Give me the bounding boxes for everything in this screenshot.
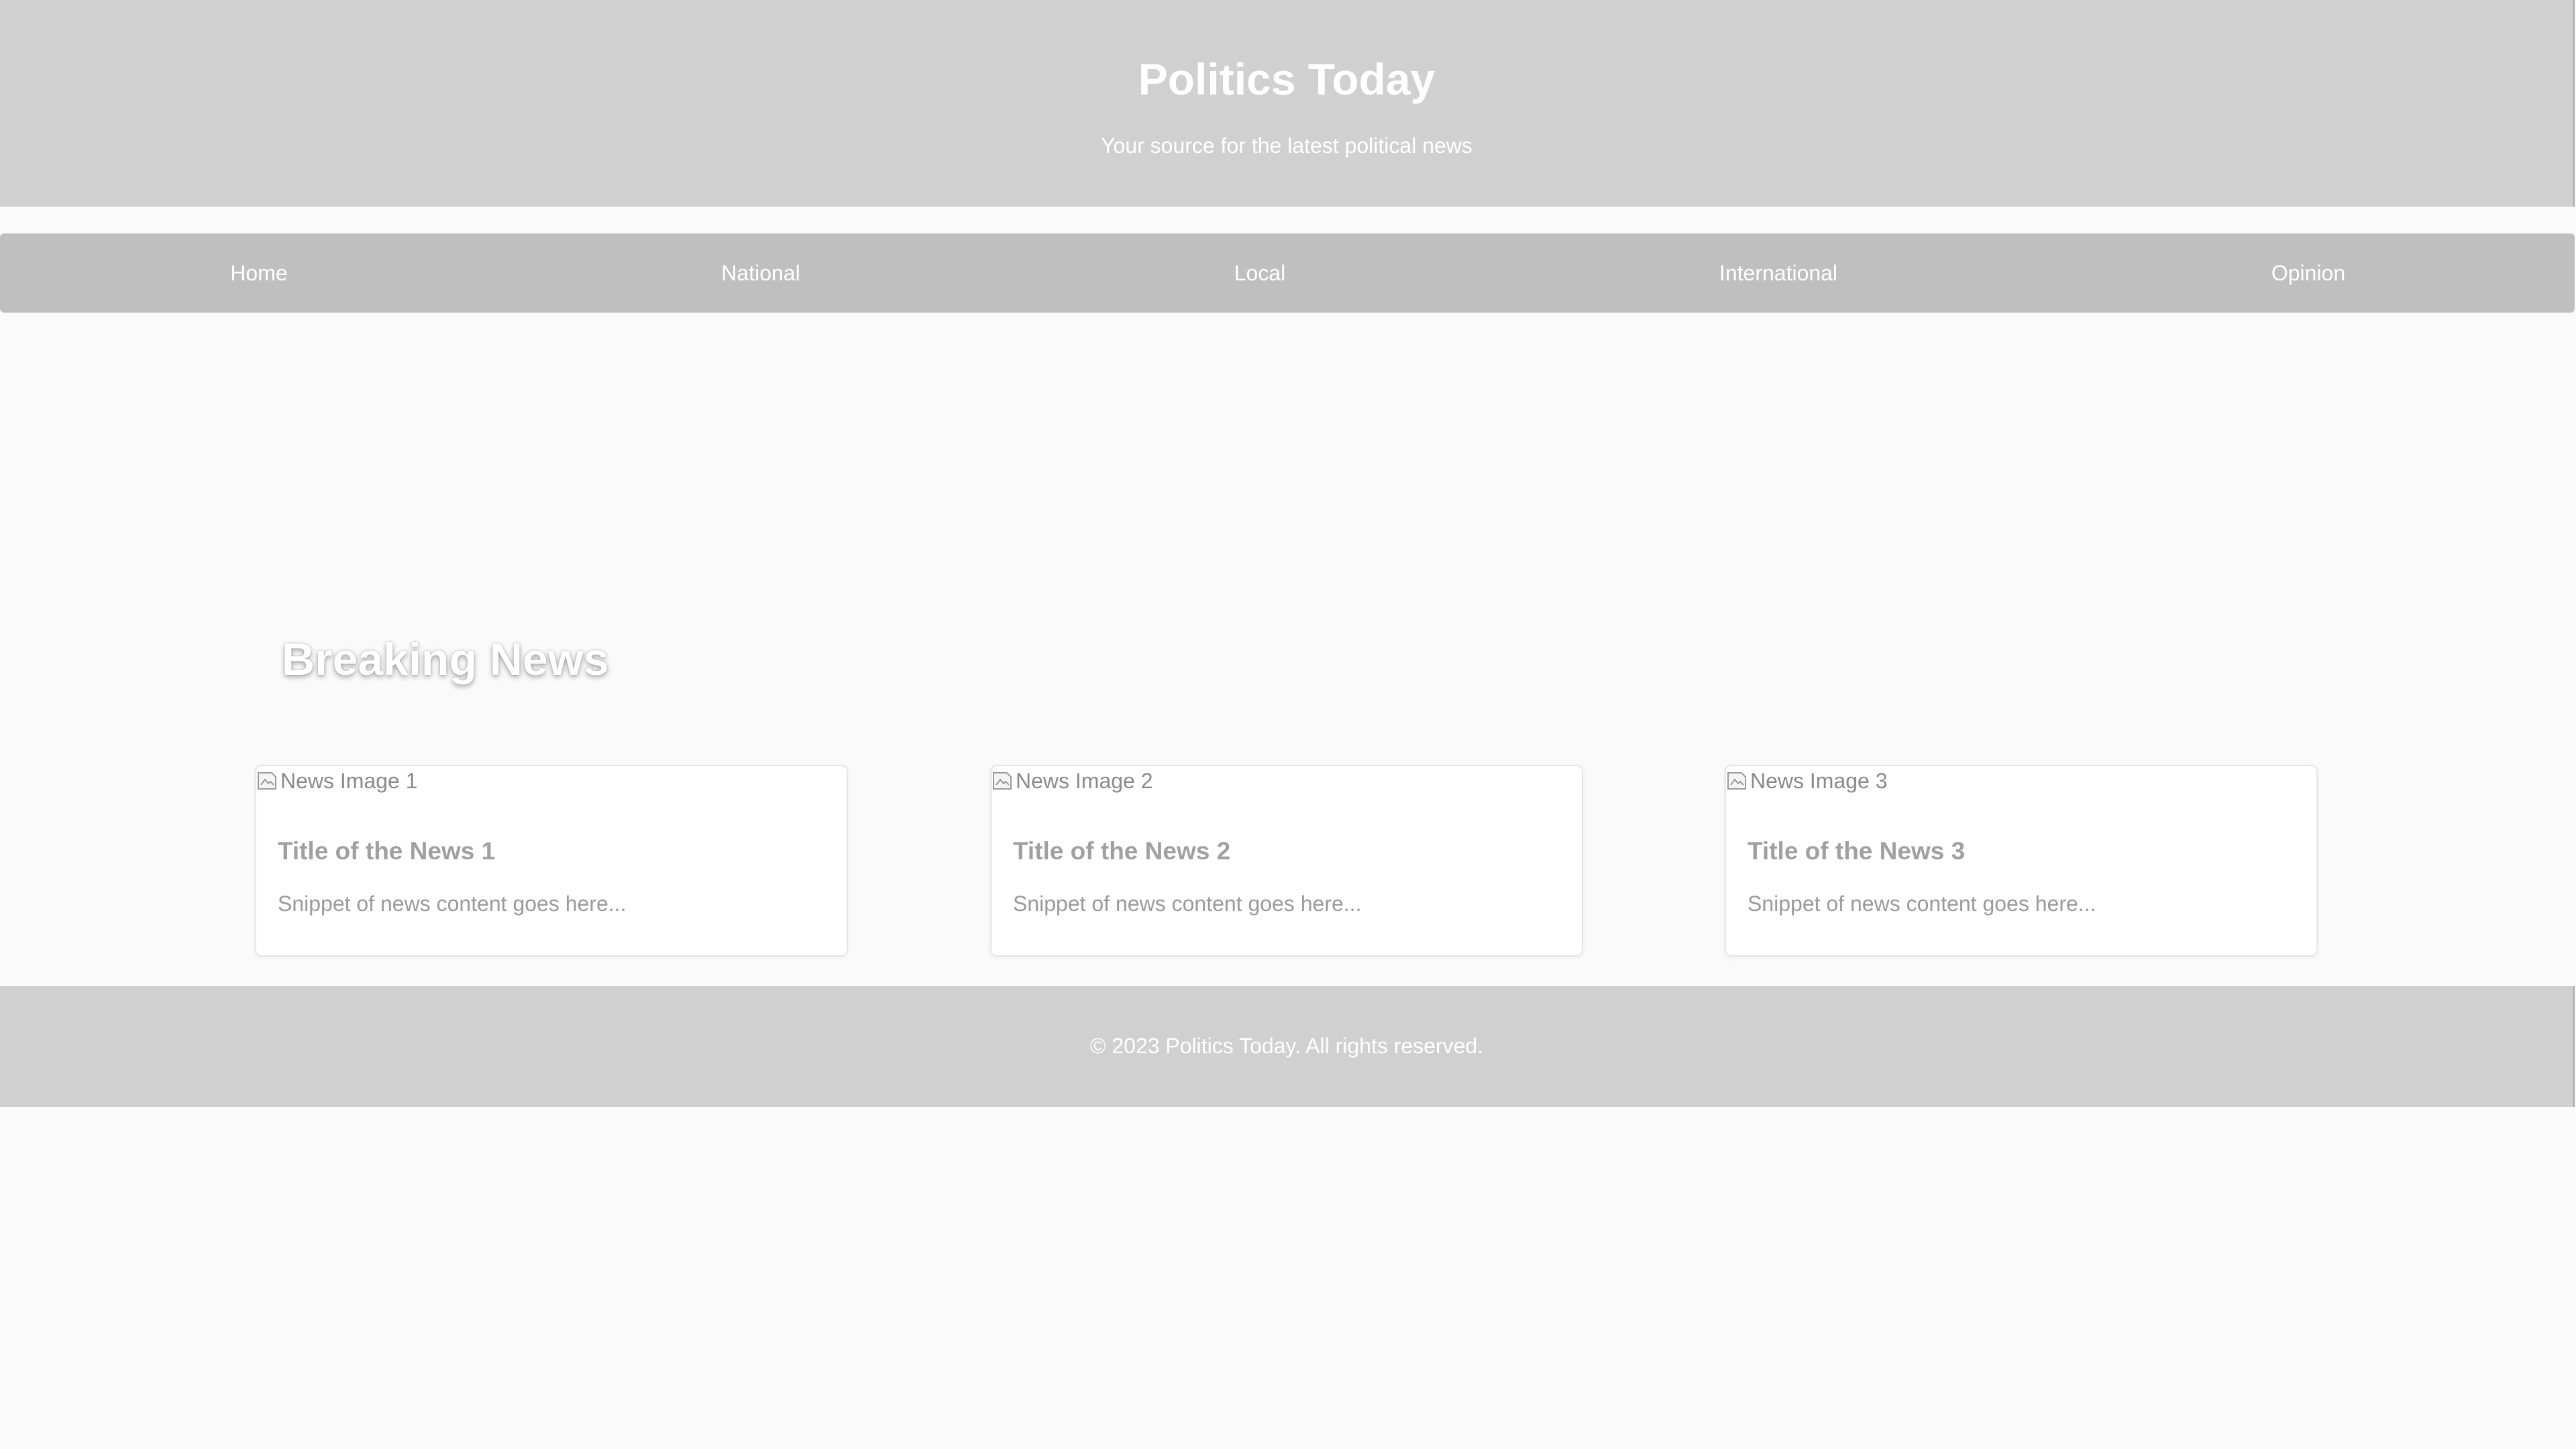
news-snippet: Snippet of news content goes here... xyxy=(1013,892,1362,916)
news-snippet: Snippet of news content goes here... xyxy=(1748,892,2096,916)
main-nav: Home National Local International Opinio… xyxy=(0,233,2575,313)
news-image: News Image 2 xyxy=(991,766,1153,796)
breaking-news-heading: Breaking News xyxy=(282,634,609,685)
nav-link-national[interactable]: National xyxy=(721,233,800,313)
footer-copyright: © 2023 Politics Today. All rights reserv… xyxy=(1089,1034,1484,1058)
news-title[interactable]: Title of the News 2 xyxy=(1013,836,1230,867)
news-card[interactable]: News Image 3 Title of the News 3 Snippet… xyxy=(1725,765,2318,957)
news-image-alt: News Image 2 xyxy=(1016,768,1153,793)
site-tagline: Your source for the latest political new… xyxy=(1101,133,1472,158)
nav-link-international[interactable]: International xyxy=(1719,233,1837,313)
site-footer: © 2023 Politics Today. All rights reserv… xyxy=(0,986,2575,1107)
news-snippet: Snippet of news content goes here... xyxy=(278,892,627,916)
news-card[interactable]: News Image 2 Title of the News 2 Snippet… xyxy=(990,765,1583,957)
news-image: News Image 3 xyxy=(1726,766,1888,796)
news-image: News Image 1 xyxy=(256,766,418,796)
nav-link-local[interactable]: Local xyxy=(1234,233,1286,313)
news-image-alt: News Image 1 xyxy=(280,768,418,793)
site-title: Politics Today xyxy=(1138,54,1436,104)
broken-image-icon xyxy=(991,770,1013,792)
news-card[interactable]: News Image 1 Title of the News 1 Snippet… xyxy=(255,765,848,957)
nav-link-home[interactable]: Home xyxy=(230,233,287,313)
broken-image-icon xyxy=(1726,770,1748,792)
site-header: Politics Today Your source for the lates… xyxy=(0,0,2575,207)
nav-link-opinion[interactable]: Opinion xyxy=(2271,233,2345,313)
news-image-alt: News Image 3 xyxy=(1750,768,1888,793)
news-title[interactable]: Title of the News 3 xyxy=(1748,836,1965,867)
broken-image-icon xyxy=(256,770,278,792)
news-title[interactable]: Title of the News 1 xyxy=(278,836,495,867)
